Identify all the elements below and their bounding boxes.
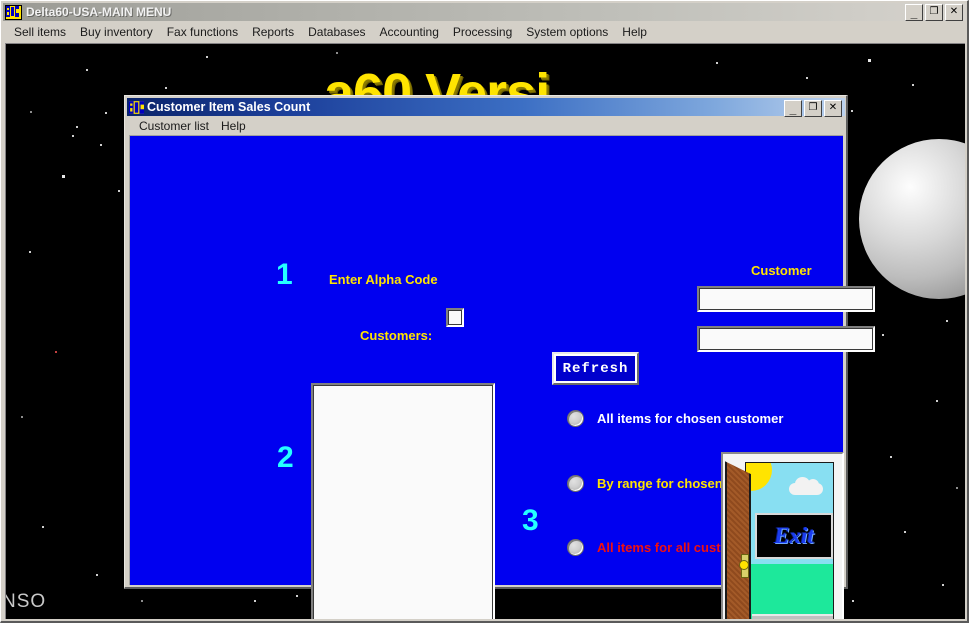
dialog-titlebar[interactable]: Customer Item Sales Count _ ❐ ✕ — [127, 98, 845, 117]
grass — [746, 563, 833, 619]
minimize-button[interactable]: _ — [905, 4, 923, 21]
menu-item-system-options[interactable]: System options — [519, 24, 615, 40]
customer-panel-label: Customer — [751, 263, 812, 278]
customers-listbox[interactable] — [311, 383, 495, 619]
dialog-maximize-button[interactable]: ❐ — [804, 100, 822, 117]
main-window-title: Delta60-USA-MAIN MENU — [26, 5, 172, 19]
main-window: Delta60-USA-MAIN MENU _ ❐ ✕ Sell items B… — [0, 0, 969, 623]
desktop-corner-text: NSO — [5, 591, 47, 612]
menu-item-fax-functions[interactable]: Fax functions — [160, 24, 245, 40]
dialog-title: Customer Item Sales Count — [147, 100, 311, 114]
menu-item-databases[interactable]: Databases — [301, 24, 372, 40]
exit-door-picture[interactable]: Exit — [721, 452, 844, 619]
mdi-client-area: a60 Versi NSO Customer Item Sales Count … — [5, 43, 965, 619]
radio-all-items-all-customers[interactable] — [567, 539, 584, 556]
exit-sign-label: Exit — [774, 523, 814, 548]
maximize-button[interactable]: ❐ — [925, 4, 943, 21]
door-icon — [725, 461, 751, 619]
alpha-code-label: Enter Alpha Code — [329, 272, 438, 287]
customers-list-label: Customers: — [360, 328, 433, 343]
dialog-menubar: Customer list Help — [127, 117, 845, 134]
option-row-all-items-chosen-customer[interactable]: All items for chosen customer — [567, 410, 783, 427]
bsc-logo-icon — [5, 4, 22, 20]
menu-item-accounting[interactable]: Accounting — [373, 24, 446, 40]
step-number-1: 1 — [276, 258, 293, 291]
customer-field-2[interactable] — [697, 326, 875, 352]
main-menubar: Sell items Buy inventory Fax functions R… — [3, 23, 966, 41]
alpha-code-input[interactable] — [446, 308, 464, 327]
maximize-icon: ❐ — [929, 6, 939, 17]
exit-scene: Exit — [745, 462, 834, 619]
main-window-controls: _ ❐ ✕ — [905, 4, 963, 21]
refresh-button[interactable]: Refresh — [552, 352, 639, 385]
dialog-body: 1 Enter Alpha Code Refresh Customer 2 Cu… — [129, 135, 875, 619]
road — [752, 614, 833, 619]
refresh-button-label: Refresh — [562, 360, 629, 377]
menu-item-reports[interactable]: Reports — [245, 24, 301, 40]
close-icon: ✕ — [949, 6, 959, 17]
customer-item-sales-count-dialog: Customer Item Sales Count _ ❐ ✕ Customer… — [124, 95, 875, 619]
dialog-menu-item-customer-list[interactable]: Customer list — [133, 118, 215, 134]
maximize-icon: ❐ — [808, 102, 818, 113]
bsc-logo-icon — [129, 100, 144, 114]
radio-all-items-chosen-customer[interactable] — [567, 410, 584, 427]
screen: Delta60-USA-MAIN MENU _ ❐ ✕ Sell items B… — [0, 0, 969, 623]
menu-item-sell-items[interactable]: Sell items — [7, 24, 73, 40]
menu-item-help[interactable]: Help — [615, 24, 654, 40]
dialog-close-button[interactable]: ✕ — [824, 100, 842, 117]
minimize-icon: _ — [789, 102, 797, 116]
minimize-icon: _ — [910, 6, 918, 20]
dialog-minimize-button[interactable]: _ — [784, 100, 802, 117]
exit-sign: Exit — [755, 513, 833, 559]
planet-sphere — [859, 139, 965, 299]
cloud-icon — [789, 477, 823, 495]
door-knob-icon — [739, 554, 749, 579]
customer-field-1[interactable] — [697, 286, 875, 312]
menu-item-buy-inventory[interactable]: Buy inventory — [73, 24, 160, 40]
menu-item-processing[interactable]: Processing — [446, 24, 519, 40]
step-number-2: 2 — [277, 441, 294, 474]
dialog-menu-item-help[interactable]: Help — [215, 118, 252, 134]
step-number-3: 3 — [522, 504, 539, 537]
close-icon: ✕ — [828, 102, 838, 113]
close-button[interactable]: ✕ — [945, 4, 963, 21]
dialog-controls: _ ❐ ✕ — [784, 100, 842, 117]
radio-by-range-chosen-customer[interactable] — [567, 475, 584, 492]
main-window-titlebar[interactable]: Delta60-USA-MAIN MENU _ ❐ ✕ — [3, 3, 966, 21]
option-label-all-items-chosen-customer: All items for chosen customer — [597, 411, 784, 426]
